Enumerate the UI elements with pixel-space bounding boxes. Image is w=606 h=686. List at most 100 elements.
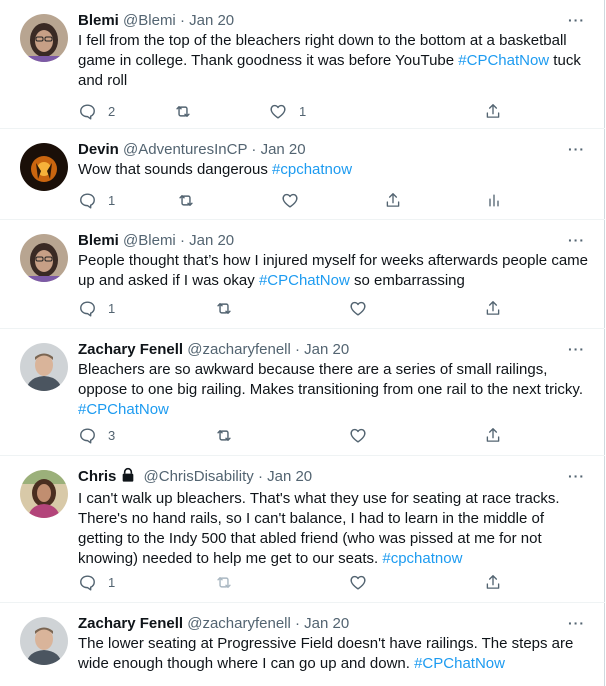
share-button[interactable] — [484, 101, 502, 121]
reply-count: 3 — [108, 427, 116, 443]
timestamp[interactable]: Jan 20 — [304, 615, 349, 632]
retweet-button[interactable] — [173, 101, 193, 121]
tweet-header: Zachary Fenell @zacharyfenell · Jan 20 — [78, 340, 588, 360]
tweet[interactable]: Chris @ChrisDisability · Jan 20 I can't … — [0, 456, 605, 602]
display-name[interactable]: Chris — [78, 468, 116, 485]
retweet-button[interactable] — [214, 298, 234, 318]
timestamp[interactable]: Jan 20 — [189, 12, 234, 29]
tweet[interactable]: Zachary Fenell @zacharyfenell · Jan 20 T… — [0, 603, 605, 686]
retweet-button[interactable] — [214, 572, 234, 592]
tweet-actions: 3 — [78, 425, 518, 445]
tweet[interactable]: Zachary Fenell @zacharyfenell · Jan 20 B… — [0, 329, 605, 455]
avatar[interactable] — [20, 14, 68, 62]
like-button[interactable] — [348, 572, 368, 592]
timestamp[interactable]: Jan 20 — [304, 341, 349, 358]
timestamp[interactable]: Jan 20 — [189, 232, 234, 249]
retweet-button[interactable] — [176, 190, 196, 210]
reply-button[interactable]: 1 — [78, 572, 115, 592]
display-name[interactable]: Zachary Fenell — [78, 341, 183, 358]
handle[interactable]: @ChrisDisability — [144, 468, 254, 485]
separator: · — [257, 468, 263, 485]
reply-icon — [80, 427, 95, 443]
analytics-button[interactable] — [486, 190, 502, 210]
hashtag-link[interactable]: #CPChatNow — [458, 52, 549, 69]
avatar[interactable] — [20, 234, 68, 282]
lock-icon — [120, 467, 136, 489]
share-icon — [486, 103, 500, 118]
retweet-button[interactable] — [214, 425, 234, 445]
tweet-text: I can't walk up bleachers. That's what t… — [78, 489, 588, 569]
devin-avatar-icon — [20, 143, 68, 191]
handle[interactable]: @Blemi — [123, 12, 176, 29]
separator: · — [251, 141, 257, 158]
more-options-button[interactable]: ··· — [568, 12, 585, 28]
heart-icon — [350, 428, 366, 443]
display-name[interactable]: Blemi — [78, 12, 119, 29]
separator: · — [295, 341, 300, 358]
avatar[interactable] — [20, 617, 68, 665]
timeline: Blemi @Blemi · Jan 20 I fell from the to… — [0, 0, 605, 686]
avatar[interactable] — [20, 143, 68, 191]
like-button[interactable]: 1 — [268, 101, 306, 121]
tweet-actions: 1 — [78, 190, 518, 210]
text-segment: Bleachers are so awkward because there a… — [78, 361, 583, 398]
tweet[interactable]: Devin @AdventuresInCP · Jan 20 Wow that … — [0, 129, 605, 219]
share-icon — [486, 427, 500, 442]
display-name[interactable]: Blemi — [78, 232, 119, 249]
hashtag-link[interactable]: #CPChatNow — [259, 272, 350, 289]
more-options-button[interactable]: ··· — [568, 232, 585, 248]
zachary-avatar-icon — [20, 343, 68, 391]
tweet-header: Blemi @Blemi · Jan 20 — [78, 231, 588, 251]
reply-count: 2 — [108, 103, 116, 119]
more-options-button[interactable]: ··· — [568, 615, 585, 631]
reply-button[interactable]: 3 — [78, 425, 115, 445]
retweet-icon — [217, 302, 231, 314]
hashtag-link[interactable]: #cpchatnow — [272, 161, 352, 178]
reply-button[interactable]: 2 — [78, 101, 115, 121]
display-name[interactable]: Devin — [78, 141, 119, 158]
more-options-button[interactable]: ··· — [568, 468, 585, 484]
display-name[interactable]: Zachary Fenell — [78, 615, 183, 632]
more-options-button[interactable]: ··· — [568, 141, 585, 157]
reply-count: 1 — [108, 574, 116, 590]
chris-avatar-icon — [20, 470, 68, 518]
hashtag-link[interactable]: #cpchatnow — [382, 550, 462, 567]
tweet[interactable]: Blemi @Blemi · Jan 20 I fell from the to… — [0, 0, 605, 128]
hashtag-link[interactable]: #CPChatNow — [78, 401, 169, 418]
heart-icon — [350, 301, 366, 316]
hashtag-link[interactable]: #CPChatNow — [414, 655, 505, 672]
tweet-text: Wow that sounds dangerous #cpchatnow — [78, 160, 588, 180]
tweet-header: Devin @AdventuresInCP · Jan 20 — [78, 140, 588, 160]
reply-icon — [80, 103, 95, 119]
text-segment: I can't walk up bleachers. That's what t… — [78, 490, 560, 567]
share-button[interactable] — [484, 425, 502, 445]
reply-button[interactable]: 1 — [78, 298, 115, 318]
handle[interactable]: @AdventuresInCP — [123, 141, 247, 158]
avatar[interactable] — [20, 343, 68, 391]
tweet[interactable]: Blemi @Blemi · Jan 20 People thought tha… — [0, 220, 605, 328]
timestamp[interactable]: Jan 20 — [267, 468, 312, 485]
like-button[interactable] — [348, 425, 368, 445]
share-button[interactable] — [484, 298, 502, 318]
more-options-button[interactable]: ··· — [568, 341, 585, 357]
reply-button[interactable]: 1 — [78, 190, 115, 210]
reply-icon — [80, 574, 95, 590]
like-button[interactable] — [348, 298, 368, 318]
blemi-avatar-icon — [20, 234, 68, 282]
timestamp[interactable]: Jan 20 — [261, 141, 306, 158]
share-button[interactable] — [384, 190, 402, 210]
retweet-icon — [217, 576, 231, 588]
like-button[interactable] — [280, 190, 300, 210]
retweet-icon — [179, 194, 193, 206]
analytics-icon — [489, 194, 499, 206]
handle[interactable]: @Blemi — [123, 232, 176, 249]
share-icon — [486, 300, 500, 315]
tweet-header: Zachary Fenell @zacharyfenell · Jan 20 — [78, 614, 588, 634]
zachary-avatar-icon — [20, 617, 68, 665]
handle[interactable]: @zacharyfenell — [187, 615, 291, 632]
share-button[interactable] — [484, 572, 502, 592]
tweet-actions: 1 — [78, 298, 518, 318]
handle[interactable]: @zacharyfenell — [187, 341, 291, 358]
avatar[interactable] — [20, 470, 68, 518]
separator: · — [179, 232, 185, 249]
